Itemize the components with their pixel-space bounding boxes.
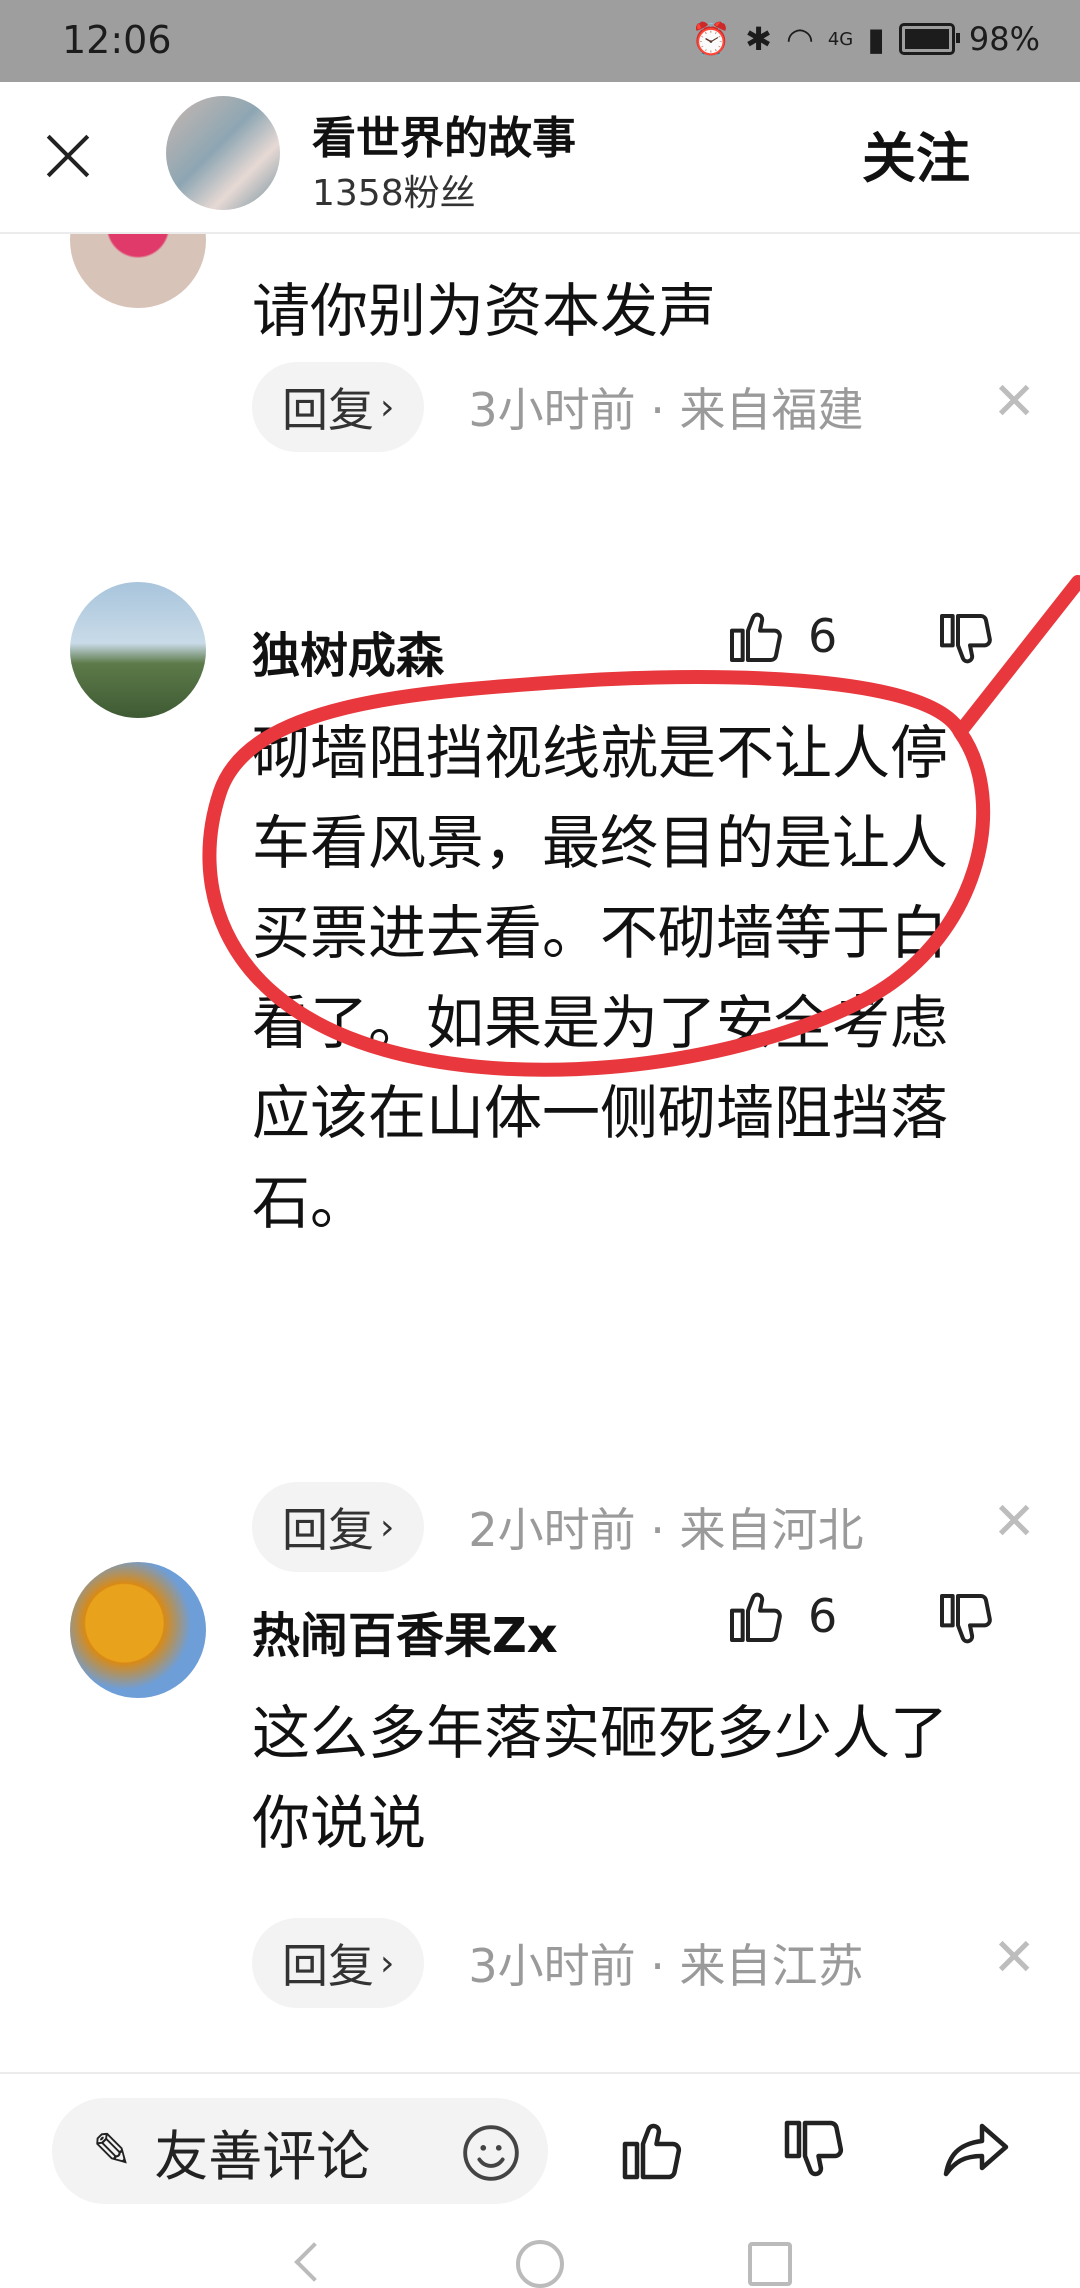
share-icon[interactable]: [940, 2114, 1012, 2186]
comment-item: 请你别为资本发声 回复 › 3小时前 · 来自福建 ✕: [0, 172, 1080, 562]
comment-meta: 2小时前 · 来自河北: [468, 1503, 864, 1557]
comment-meta: 3小时前 · 来自江苏: [468, 1939, 864, 1993]
thumbs-down-icon[interactable]: [934, 1588, 998, 1652]
reply-row: 回复 › 3小时前 · 来自江苏: [252, 1918, 864, 2008]
dismiss-icon[interactable]: ✕: [992, 1928, 1036, 1988]
comment-input[interactable]: ✎ 友善评论: [52, 2098, 548, 2204]
author-fans: 1358粉丝: [312, 173, 476, 214]
reply-button[interactable]: 回复 ›: [252, 362, 425, 452]
emoji-icon[interactable]: [460, 2122, 522, 2184]
comment-content: 砌墙阻挡视线就是不让人停车看风景，最终目的是让人买票进去看。不砌墙等于白看了。如…: [252, 719, 949, 1237]
thumbs-down-icon[interactable]: [934, 608, 998, 672]
like-count: 6: [808, 609, 838, 663]
bluetooth-icon: ✱: [745, 20, 772, 58]
follow-button[interactable]: 关注: [862, 114, 970, 193]
battery-icon: [898, 23, 960, 55]
thumbs-up-icon[interactable]: [724, 604, 788, 668]
reply-label: 回复: [282, 383, 374, 437]
dislike-icon[interactable]: [778, 2114, 850, 2186]
reply-label: 回复: [282, 1503, 374, 1557]
reply-row: 回复 › 2小时前 · 来自河北: [252, 1482, 864, 1572]
alarm-icon: ⏰: [691, 20, 732, 58]
status-bar: 12:06 ⏰ ✱ ◠ 4G ▮ 98%: [0, 0, 1080, 82]
avatar[interactable]: [70, 1562, 206, 1698]
dismiss-icon[interactable]: ✕: [992, 1492, 1036, 1552]
chevron-right-icon: ›: [380, 1506, 395, 1548]
like-group[interactable]: 6: [724, 1584, 837, 1648]
wifi-icon: ◠: [785, 20, 814, 58]
comment-sheet: 看世界的故事 1358粉丝 关注 请你别为资本发声 回复 › 3小时前 · 来自福…: [0, 82, 1080, 2288]
comment-item: 独树成森 6 砌墙阻挡视线就是不让人停车看风景，最终目的是让人买票进去看。不砌墙…: [0, 582, 1080, 1572]
close-icon[interactable]: [38, 126, 98, 186]
reply-label: 回复: [282, 1939, 374, 1993]
status-icons: ⏰ ✱ ◠ 4G ▮ 98%: [691, 20, 1040, 58]
bottom-action-bar: ✎ 友善评论: [0, 2072, 1080, 2226]
reply-button[interactable]: 回复 ›: [252, 1482, 425, 1572]
signal-icon: ▮: [867, 20, 885, 58]
comment-username[interactable]: 独树成森: [252, 616, 444, 686]
avatar[interactable]: [70, 582, 206, 718]
comment-username[interactable]: 热闹百香果Zx: [252, 1596, 558, 1666]
comment-meta: 3小时前 · 来自福建: [468, 383, 864, 437]
sheet-header: 看世界的故事 1358粉丝 关注: [0, 82, 1080, 234]
like-group[interactable]: 6: [724, 604, 837, 668]
chevron-right-icon: ›: [380, 1942, 395, 1984]
comment-item: 热闹百香果Zx 6 这么多年落实砸死多少人了你说说 回复 › 3小时前 · 来自江…: [0, 1562, 1080, 2102]
reply-row: 回复 › 3小时前 · 来自福建: [252, 362, 864, 452]
author-avatar[interactable]: [166, 96, 280, 210]
like-icon[interactable]: [616, 2114, 688, 2186]
battery-level: 98%: [968, 20, 1040, 58]
status-time: 12:06: [62, 18, 172, 62]
like-count: 6: [808, 1589, 838, 1643]
home-nav-icon[interactable]: [516, 2240, 564, 2288]
dismiss-icon[interactable]: ✕: [992, 372, 1036, 432]
system-nav-bar: [0, 2224, 1080, 2288]
pen-icon: ✎: [92, 2123, 133, 2179]
comment-content: 请你别为资本发声: [252, 277, 717, 345]
comment-placeholder: 友善评论: [154, 2124, 371, 2188]
reply-button[interactable]: 回复 ›: [252, 1918, 425, 2008]
recents-nav-icon[interactable]: [748, 2242, 792, 2286]
chevron-right-icon: ›: [380, 386, 395, 428]
author-name[interactable]: 看世界的故事: [312, 102, 576, 166]
network-label: 4G: [827, 28, 854, 50]
back-nav-icon[interactable]: [294, 2242, 334, 2282]
thumbs-up-icon[interactable]: [724, 1584, 788, 1648]
comment-content: 这么多年落实砸死多少人了你说说: [252, 1699, 949, 1857]
